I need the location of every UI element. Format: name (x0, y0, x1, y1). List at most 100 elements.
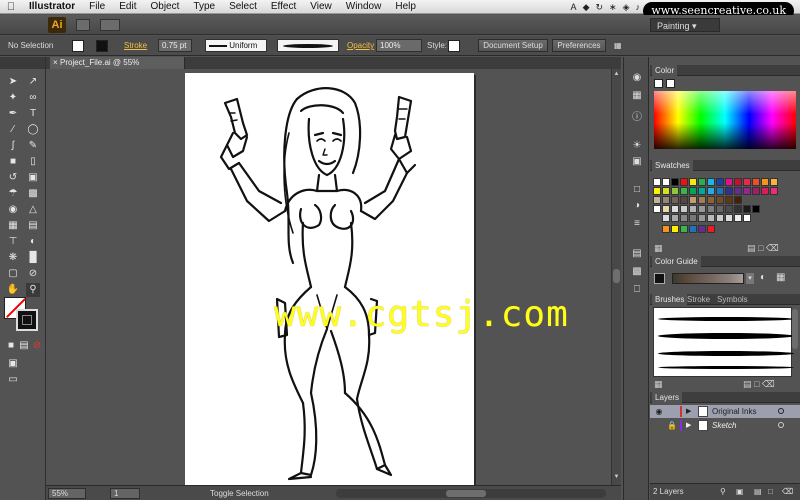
swatch[interactable] (716, 205, 724, 213)
free-transform-tool-icon[interactable]: ▩ (26, 187, 40, 201)
layer-target-icon[interactable] (778, 408, 784, 414)
swatch[interactable] (653, 196, 661, 204)
swatch[interactable] (689, 187, 697, 195)
color-tab[interactable]: Color (652, 65, 678, 76)
swatch[interactable] (662, 187, 670, 195)
shape-builder-tool-icon[interactable]: ◉ (6, 203, 20, 217)
volume-icon[interactable]: ♪ (636, 2, 641, 12)
lasso-tool-icon[interactable]: ∞ (26, 91, 40, 105)
base-color-chip[interactable] (654, 273, 665, 284)
menu-file[interactable]: File (82, 0, 112, 14)
color-mode-icon[interactable]: ■ (4, 339, 18, 353)
swatch[interactable] (752, 205, 760, 213)
swatch[interactable] (734, 214, 742, 222)
menu-select[interactable]: Select (222, 0, 264, 14)
swatch[interactable] (680, 196, 688, 204)
swatch[interactable] (725, 205, 733, 213)
workspace-switcher[interactable]: Painting ▾ (650, 18, 720, 32)
swatch[interactable] (743, 178, 751, 186)
swatch[interactable] (671, 225, 679, 233)
color-white-chip[interactable] (666, 79, 675, 88)
document-tab[interactable]: × Project_File.ai @ 55% (CMYK/Preview) (50, 57, 185, 79)
layer-target-icon[interactable] (778, 422, 784, 428)
swatch[interactable] (662, 214, 670, 222)
opacity-link[interactable]: Opacity (347, 41, 374, 50)
swatch[interactable] (698, 214, 706, 222)
swatch[interactable] (752, 178, 760, 186)
swatch[interactable] (671, 187, 679, 195)
scroll-up-icon[interactable]: ▲ (613, 71, 620, 78)
menu-object[interactable]: Object (143, 0, 186, 14)
mesh-tool-icon[interactable]: ▦ (6, 219, 20, 233)
stroke-link[interactable]: Stroke (124, 41, 147, 50)
delete-brush-icon[interactable]: ⌫ (762, 379, 775, 389)
appearance-panel-icon[interactable]: ☀ (630, 139, 644, 153)
artboard[interactable] (185, 73, 474, 485)
menu-illustrator[interactable]: Illustrator (22, 0, 82, 14)
harmony-dropdown-icon[interactable]: ▾ (746, 273, 754, 284)
swatch[interactable] (725, 196, 733, 204)
menu-effect[interactable]: Effect (264, 0, 303, 14)
swatch[interactable] (761, 187, 769, 195)
selection-tool-icon[interactable]: ➤ (6, 75, 20, 89)
wifi-icon[interactable]: ◈ (623, 2, 630, 13)
swatch[interactable] (689, 196, 697, 204)
close-tab-icon[interactable]: × (53, 57, 58, 69)
swatch[interactable] (653, 187, 661, 195)
fill-swatch[interactable] (72, 40, 84, 52)
swatch[interactable] (662, 225, 670, 233)
scroll-down-icon[interactable]: ▼ (613, 474, 620, 481)
swatch[interactable] (743, 187, 751, 195)
zoom-tool-icon[interactable]: ⚲ (26, 283, 40, 297)
swatch[interactable] (671, 205, 679, 213)
swatch[interactable] (752, 187, 760, 195)
brush-stroke[interactable] (658, 317, 794, 321)
color-fill-none[interactable] (654, 79, 663, 88)
document-setup-button[interactable]: Document Setup (478, 39, 548, 52)
symbols-tab[interactable]: Symbols (714, 294, 751, 305)
delete-swatch-icon[interactable]: ⌫ (766, 243, 779, 253)
swatch[interactable] (725, 214, 733, 222)
swatch[interactable] (680, 178, 688, 186)
swatch[interactable] (662, 196, 670, 204)
arrange-documents-button[interactable] (100, 19, 120, 31)
scale-tool-icon[interactable]: ▣ (26, 171, 40, 185)
lock-icon[interactable]: 🔒 (666, 419, 678, 432)
swatch[interactable] (698, 196, 706, 204)
variable-width-profile[interactable]: Uniform (205, 39, 267, 52)
swatch[interactable] (716, 214, 724, 222)
stroke-panel-icon[interactable]: ≡ (630, 217, 644, 231)
swatch[interactable] (761, 178, 769, 186)
stroke-black-box[interactable] (16, 309, 38, 331)
swatch[interactable] (689, 225, 697, 233)
opacity-field[interactable]: 100% (376, 39, 422, 52)
brush-stroke[interactable] (658, 333, 794, 339)
menu-edit[interactable]: Edit (112, 0, 143, 14)
swatch[interactable] (653, 178, 661, 186)
expand-arrow-icon[interactable]: ▶ (686, 419, 691, 432)
perspective-grid-tool-icon[interactable]: △ (26, 203, 40, 217)
swatch[interactable] (734, 205, 742, 213)
harmony-colors-bar[interactable] (672, 273, 744, 284)
eyedropper-tool-icon[interactable]: ⊤ (6, 235, 20, 249)
swatch[interactable] (689, 214, 697, 222)
screen-mode-icon[interactable]: ▭ (6, 373, 20, 387)
artboard-navigation-field[interactable]: 1 (110, 488, 140, 499)
swatch[interactable] (707, 178, 715, 186)
swatch[interactable] (671, 214, 679, 222)
menu-help[interactable]: Help (388, 0, 423, 14)
fill-stroke-control[interactable] (4, 297, 40, 333)
swatch[interactable] (770, 187, 778, 195)
color-guide-tab[interactable]: Color Guide (652, 256, 701, 267)
clipping-mask-icon[interactable]: ▣ (736, 484, 744, 499)
symbol-sprayer-tool-icon[interactable]: ❋ (6, 251, 20, 265)
swatch[interactable] (734, 196, 742, 204)
brush-options-icon[interactable]: ▤ (743, 379, 752, 389)
delete-layer-icon[interactable]: ⌫ (782, 484, 793, 499)
layer-name[interactable]: Original Inks (712, 405, 756, 418)
swatch[interactable] (689, 205, 697, 213)
paintbrush-tool-icon[interactable]: ∫ (6, 139, 20, 153)
pen-tool-icon[interactable]: ✒ (6, 107, 20, 121)
apple-icon[interactable]:  (0, 1, 22, 13)
swatch[interactable] (698, 187, 706, 195)
